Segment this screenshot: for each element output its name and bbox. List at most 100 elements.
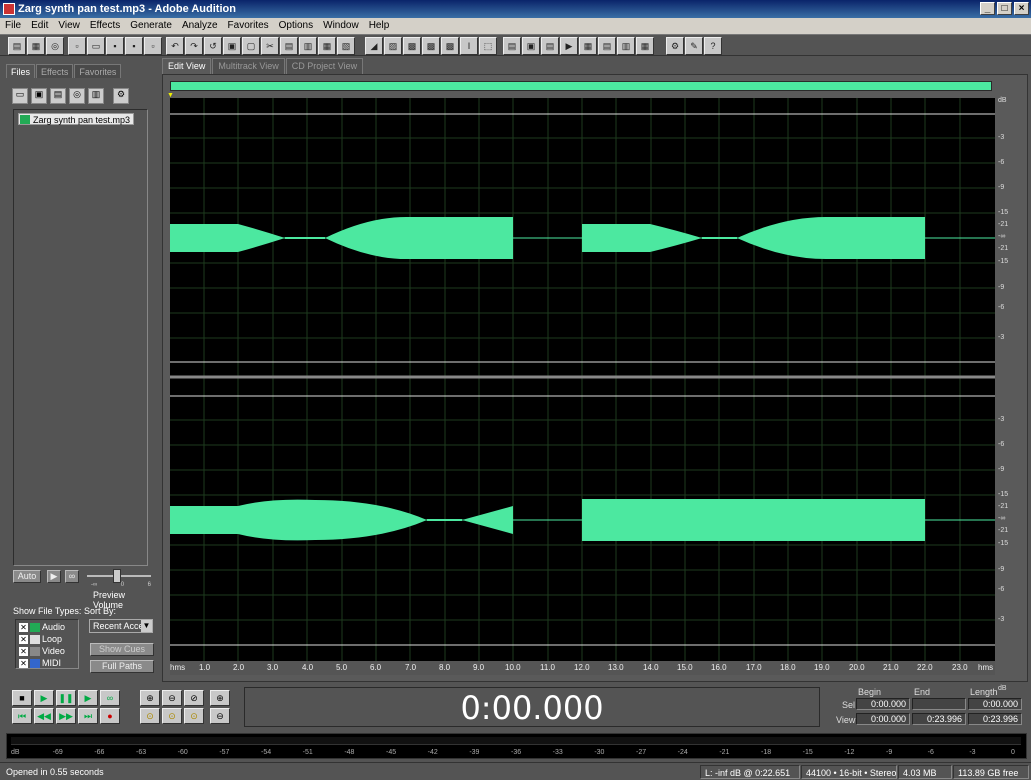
zoom-in-horizontal-icon[interactable]: ⊕: [140, 690, 160, 706]
tab-effects[interactable]: Effects: [36, 64, 74, 78]
tab-multitrack-view[interactable]: Multitrack View: [212, 58, 285, 74]
sel-end-field[interactable]: [912, 698, 966, 710]
record-icon[interactable]: ●: [100, 708, 120, 724]
save-icon[interactable]: ▪: [106, 37, 124, 55]
file-item[interactable]: Zarg synth pan test.mp3: [18, 113, 135, 125]
time-ruler[interactable]: hms 1.0 2.0 3.0 4.0 5.0 6.0 7.0 8.0 9.0 …: [170, 661, 995, 675]
go-to-end-icon[interactable]: ⏭: [78, 708, 98, 724]
menu-favorites[interactable]: Favorites: [223, 18, 274, 34]
statistics-icon[interactable]: ▣: [522, 37, 540, 55]
mix-paste-icon[interactable]: ▦: [318, 37, 336, 55]
tab-cd-project-view[interactable]: CD Project View: [285, 58, 364, 74]
loop-preview-icon[interactable]: ∞: [65, 570, 79, 583]
spectral-pan-icon[interactable]: ▩: [403, 37, 421, 55]
dc-offset-icon[interactable]: ▤: [598, 37, 616, 55]
close-button[interactable]: ×: [1014, 2, 1029, 15]
overview-bar[interactable]: [170, 81, 992, 91]
cue-list-icon[interactable]: ▶: [560, 37, 578, 55]
menu-effects[interactable]: Effects: [85, 18, 125, 34]
import-icon[interactable]: ▣: [31, 88, 47, 104]
chevron-down-icon[interactable]: ▼: [141, 620, 152, 632]
insert-icon[interactable]: ▥: [88, 88, 104, 104]
filter-loop[interactable]: ✕ Loop: [19, 634, 62, 645]
cut-icon[interactable]: ✂: [261, 37, 279, 55]
time-select-icon[interactable]: I: [460, 37, 478, 55]
menu-generate[interactable]: Generate: [125, 18, 177, 34]
filter-audio[interactable]: ✕ Audio: [19, 622, 65, 633]
play-preview-icon[interactable]: ▶: [47, 570, 61, 583]
sel-begin-field[interactable]: 0:00.000: [856, 698, 910, 710]
frequency-analysis-icon[interactable]: ▤: [503, 37, 521, 55]
save-all-icon[interactable]: ▪: [125, 37, 143, 55]
open-file-icon[interactable]: ▭: [12, 88, 28, 104]
close-file-icon[interactable]: ▤: [50, 88, 66, 104]
redo-icon[interactable]: ↷: [185, 37, 203, 55]
envelope-icon[interactable]: ◢: [365, 37, 383, 55]
minimize-button[interactable]: _: [980, 2, 995, 15]
settings-icon[interactable]: ⚙: [666, 37, 684, 55]
close-file-icon[interactable]: ▫: [144, 37, 162, 55]
info-icon[interactable]: ▤: [541, 37, 559, 55]
rewind-icon[interactable]: ◀◀: [34, 708, 54, 724]
full-paths-button[interactable]: Full Paths: [90, 660, 154, 673]
maximize-button[interactable]: □: [997, 2, 1012, 15]
menu-edit[interactable]: Edit: [26, 18, 53, 34]
midi-checkbox[interactable]: ✕: [19, 659, 28, 669]
zoom-out-full-icon[interactable]: ⊘: [184, 690, 204, 706]
zoom-out-vertical-icon[interactable]: ⊖: [210, 708, 230, 724]
options-icon[interactable]: ⚙: [113, 88, 129, 104]
zoom-right-icon[interactable]: ⊙: [162, 708, 182, 724]
view-end-field[interactable]: 0:23.996: [912, 713, 966, 725]
spectral-icon[interactable]: ▨: [384, 37, 402, 55]
play-to-end-icon[interactable]: ▶: [78, 690, 98, 706]
menu-options[interactable]: Options: [274, 18, 318, 34]
zoom-in-vertical-icon[interactable]: ⊕: [210, 690, 230, 706]
open-file-icon[interactable]: ▭: [87, 37, 105, 55]
auto-play-button[interactable]: Auto: [13, 570, 41, 583]
new-file-icon[interactable]: ▫: [68, 37, 86, 55]
zoom-out-horizontal-icon[interactable]: ⊖: [162, 690, 182, 706]
audio-checkbox[interactable]: ✕: [19, 623, 28, 633]
menu-view[interactable]: View: [53, 18, 85, 34]
cd-icon[interactable]: ◎: [46, 37, 64, 55]
video-icon[interactable]: ▦: [636, 37, 654, 55]
menu-analyze[interactable]: Analyze: [177, 18, 223, 34]
volume-slider-thumb[interactable]: [113, 569, 121, 583]
tab-favorites[interactable]: Favorites: [74, 64, 122, 78]
sort-select[interactable]: Recent Acce ▼: [89, 619, 153, 633]
menu-help[interactable]: Help: [364, 18, 395, 34]
play-icon[interactable]: ▶: [34, 690, 54, 706]
trim-icon[interactable]: ▧: [337, 37, 355, 55]
zoom-left-icon[interactable]: ⊙: [140, 708, 160, 724]
marquee-icon[interactable]: ⬚: [479, 37, 497, 55]
menu-file[interactable]: File: [0, 18, 26, 34]
repeat-icon[interactable]: ↺: [204, 37, 222, 55]
tab-files[interactable]: Files: [6, 64, 36, 78]
help-icon[interactable]: ?: [704, 37, 722, 55]
view-begin-field[interactable]: 0:00.000: [856, 713, 910, 725]
zoom-selection-icon[interactable]: ⊙: [184, 708, 204, 724]
stop-icon[interactable]: ■: [12, 690, 32, 706]
edit-view-icon[interactable]: ▤: [8, 37, 26, 55]
spectral-pitch-icon[interactable]: ▩: [441, 37, 459, 55]
spectral-phase-icon[interactable]: ▩: [422, 37, 440, 55]
paste-new-icon[interactable]: ▥: [299, 37, 317, 55]
loop-checkbox[interactable]: ✕: [19, 635, 28, 645]
sel-length-field[interactable]: 0:00.000: [968, 698, 1022, 710]
copy-new-icon[interactable]: ▣: [223, 37, 241, 55]
script-icon[interactable]: ✎: [685, 37, 703, 55]
view-length-field[interactable]: 0:23.996: [968, 713, 1022, 725]
menu-window[interactable]: Window: [318, 18, 364, 34]
paste-icon[interactable]: ▤: [280, 37, 298, 55]
time-window-icon[interactable]: ▦: [579, 37, 597, 55]
video-checkbox[interactable]: ✕: [19, 647, 28, 657]
show-cues-button[interactable]: Show Cues: [90, 643, 154, 656]
go-to-start-icon[interactable]: ⏮: [12, 708, 32, 724]
tab-edit-view[interactable]: Edit View: [162, 58, 212, 74]
multitrack-icon[interactable]: ▦: [27, 37, 45, 55]
loop-icon[interactable]: ∞: [100, 690, 120, 706]
pause-icon[interactable]: ❚❚: [56, 690, 76, 706]
filter-video[interactable]: ✕ Video: [19, 646, 65, 657]
copy-icon[interactable]: ▢: [242, 37, 260, 55]
undo-icon[interactable]: ↶: [166, 37, 184, 55]
